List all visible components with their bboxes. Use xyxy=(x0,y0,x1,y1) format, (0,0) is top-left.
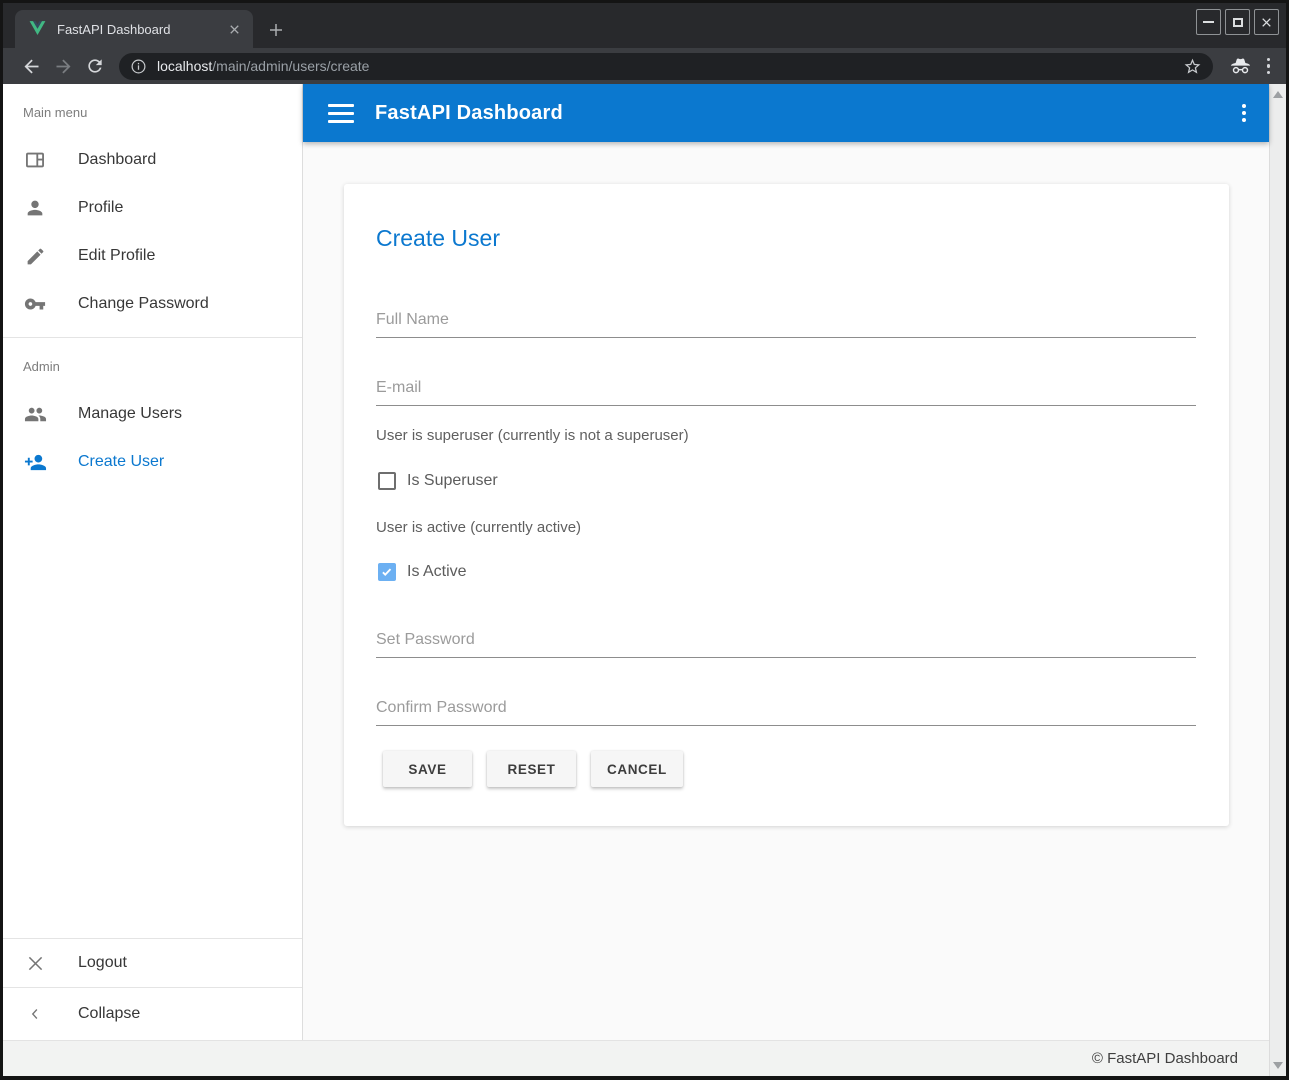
maximize-button[interactable] xyxy=(1225,9,1250,35)
reset-button[interactable]: RESET xyxy=(487,751,576,787)
dashboard-icon xyxy=(23,148,47,172)
superuser-hint: User is superuser (currently is not a su… xyxy=(376,426,689,446)
browser-tab[interactable]: FastAPI Dashboard xyxy=(15,10,253,48)
logout-x-icon xyxy=(23,951,47,975)
is-superuser-checkbox[interactable] xyxy=(378,472,396,490)
sidebar-item-label: Create User xyxy=(78,453,164,471)
browser-menu-icon[interactable] xyxy=(1267,58,1271,75)
page-title: Create User xyxy=(376,225,500,252)
browser-toolbar: localhost/main/admin/users/create xyxy=(3,48,1286,84)
hamburger-menu-icon[interactable] xyxy=(328,104,354,123)
vue-logo-icon xyxy=(28,20,47,38)
sidebar-item-dashboard[interactable]: Dashboard xyxy=(3,136,302,184)
sidebar-item-label: Logout xyxy=(78,954,127,972)
admin-menu: Manage Users Create User xyxy=(3,390,302,486)
sidebar-item-collapse[interactable]: Collapse xyxy=(3,988,302,1040)
app-header: FastAPI Dashboard xyxy=(303,84,1269,142)
incognito-icon xyxy=(1228,54,1254,78)
set-password-field xyxy=(376,622,1196,658)
scroll-down-arrow-icon[interactable] xyxy=(1273,1062,1283,1069)
tab-strip: FastAPI Dashboard xyxy=(3,3,1286,48)
sidebar-divider xyxy=(3,337,302,338)
copyright-text: © FastAPI Dashboard xyxy=(1092,1050,1238,1067)
confirm-password-input[interactable] xyxy=(376,690,1196,726)
is-active-checkbox[interactable] xyxy=(378,563,396,581)
sidebar-item-label: Collapse xyxy=(78,1005,140,1023)
scrollbar[interactable] xyxy=(1269,84,1286,1076)
minimize-icon xyxy=(1203,21,1214,23)
sidebar-item-label: Dashboard xyxy=(78,151,156,169)
is-active-label: Is Active xyxy=(407,563,467,581)
sidebar-item-label: Manage Users xyxy=(78,405,182,423)
main-menu: Dashboard Profile Edit Profile xyxy=(3,136,302,328)
email-input[interactable] xyxy=(376,370,1196,406)
cancel-button[interactable]: CANCEL xyxy=(591,751,683,787)
check-icon xyxy=(380,565,394,579)
url-path: /main/admin/users/create xyxy=(212,58,369,74)
person-add-icon xyxy=(23,450,47,474)
page-footer: © FastAPI Dashboard xyxy=(3,1040,1269,1076)
window-controls xyxy=(1196,9,1279,35)
sidebar-item-label: Change Password xyxy=(78,295,209,313)
sidebar-section-main-menu: Main menu xyxy=(23,103,302,123)
main-content: Create User User is superuser (currently… xyxy=(303,142,1269,1040)
sidebar-item-change-password[interactable]: Change Password xyxy=(3,280,302,328)
full-name-input[interactable] xyxy=(376,302,1196,338)
url-host: localhost xyxy=(157,58,212,74)
superuser-checkbox-row: Is Superuser xyxy=(378,467,498,495)
forward-button[interactable] xyxy=(51,54,75,78)
sidebar-item-logout[interactable]: Logout xyxy=(3,939,302,987)
active-hint: User is active (currently active) xyxy=(376,518,581,538)
sidebar-section-admin: Admin xyxy=(23,357,302,377)
active-checkbox-row: Is Active xyxy=(378,558,467,586)
scroll-up-arrow-icon[interactable] xyxy=(1273,91,1283,98)
full-name-field xyxy=(376,302,1196,338)
form-buttons: SAVE RESET CANCEL xyxy=(383,751,683,787)
email-field xyxy=(376,370,1196,406)
sidebar: Main menu Dashboard Profile xyxy=(3,84,303,1040)
back-button[interactable] xyxy=(19,54,43,78)
new-tab-button[interactable] xyxy=(265,19,287,41)
address-bar[interactable]: localhost/main/admin/users/create xyxy=(119,53,1213,80)
chevron-left-icon xyxy=(23,1002,47,1026)
create-user-card: Create User User is superuser (currently… xyxy=(344,184,1229,826)
bookmark-star-icon[interactable] xyxy=(1183,57,1202,76)
reload-button[interactable] xyxy=(83,54,107,78)
is-superuser-label: Is Superuser xyxy=(407,472,498,490)
sidebar-item-create-user[interactable]: Create User xyxy=(3,438,302,486)
sidebar-item-profile[interactable]: Profile xyxy=(3,184,302,232)
sidebar-item-label: Edit Profile xyxy=(78,247,155,265)
key-icon xyxy=(23,292,47,316)
url-text[interactable]: localhost/main/admin/users/create xyxy=(157,58,369,74)
app-title: FastAPI Dashboard xyxy=(375,102,563,125)
close-button[interactable] xyxy=(1254,9,1279,35)
close-icon xyxy=(1260,16,1273,29)
page: Main menu Dashboard Profile xyxy=(3,84,1286,1076)
sidebar-bottom: Logout Collapse xyxy=(3,938,302,1040)
site-info-icon[interactable] xyxy=(130,58,147,75)
people-icon xyxy=(23,402,47,426)
person-icon xyxy=(23,196,47,220)
maximize-icon xyxy=(1233,18,1243,27)
sidebar-item-label: Profile xyxy=(78,199,123,217)
header-menu-icon[interactable] xyxy=(1242,104,1246,122)
sidebar-item-edit-profile[interactable]: Edit Profile xyxy=(3,232,302,280)
sidebar-item-manage-users[interactable]: Manage Users xyxy=(3,390,302,438)
tab-title: FastAPI Dashboard xyxy=(57,22,225,37)
confirm-password-field xyxy=(376,690,1196,726)
minimize-button[interactable] xyxy=(1196,9,1221,35)
save-button[interactable]: SAVE xyxy=(383,751,472,787)
browser-window: FastAPI Dashboard xyxy=(0,0,1289,1080)
pencil-icon xyxy=(23,244,47,268)
tab-close-icon[interactable] xyxy=(225,20,243,38)
set-password-input[interactable] xyxy=(376,622,1196,658)
